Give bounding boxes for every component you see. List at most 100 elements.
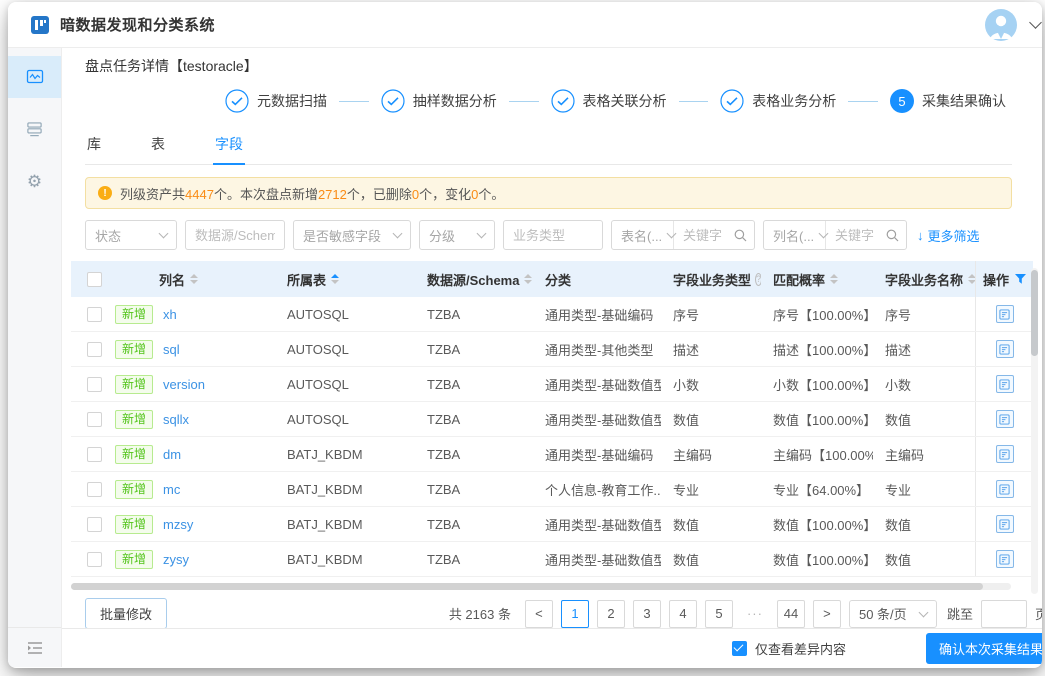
column-name-field-select[interactable]: 列名(... xyxy=(764,221,829,249)
page-number-button[interactable]: 3 xyxy=(632,599,661,628)
match-probability-cell: 数值【100.00%】 xyxy=(773,517,873,533)
horizontal-scrollbar[interactable] xyxy=(71,583,1011,590)
biz-type-cell: 专业 xyxy=(673,482,700,498)
edit-record-icon xyxy=(999,483,1010,495)
sort-icon[interactable] xyxy=(524,274,533,284)
page-number-button[interactable]: 44 xyxy=(776,599,805,628)
status-badge-new: 新增 xyxy=(115,549,154,569)
table-row: 新增 dm BATJ_KBDM TZBA 通用类型-基础编码 主编码 主编码【1… xyxy=(71,437,1033,472)
step-label: 表格业务分析 xyxy=(752,93,837,109)
sensitive-field-select[interactable]: 是否敏感字段 xyxy=(293,220,411,250)
table-keyword-input[interactable] xyxy=(674,227,734,243)
edit-record-button[interactable] xyxy=(995,480,1014,498)
column-keyword-input[interactable] xyxy=(826,227,886,243)
column-name-link[interactable]: mzsy xyxy=(163,517,193,532)
table-controls-row: 批量修改 共 2163 条 < 1 2 3 4 5 ··· 44 > 50 条/… xyxy=(85,598,1042,628)
page-number-button[interactable]: ··· xyxy=(740,599,769,628)
edit-record-button[interactable] xyxy=(995,340,1014,358)
row-checkbox[interactable] xyxy=(87,481,102,497)
summary-alert: ! 列级资产共4447个。本次盘点新增2712个，已删除0个，变化0个。 xyxy=(85,177,1012,209)
column-header-probability: 匹配概率 xyxy=(773,272,826,288)
business-type-input[interactable] xyxy=(503,220,603,250)
row-checkbox[interactable] xyxy=(87,341,102,357)
edit-record-button[interactable] xyxy=(995,445,1014,463)
vertical-scrollbar[interactable] xyxy=(1031,268,1038,594)
step-connector xyxy=(339,100,369,102)
status-select[interactable]: 状态 xyxy=(85,220,177,250)
table-row: 新增 sqllx AUTOSQL TZBA 通用类型-基础数值型 数值 数值【1… xyxy=(71,402,1033,437)
grade-select[interactable]: 分级 xyxy=(419,220,495,250)
column-header-schema: 数据源/Schema xyxy=(427,272,520,288)
column-name-link[interactable]: sql xyxy=(163,342,180,357)
column-header-bizname: 字段业务名称 xyxy=(885,272,964,288)
filter-bar: 状态 是否敏感字段 分级 表名(... xyxy=(85,219,1012,251)
diff-only-checkbox[interactable]: 仅查看差异内容 xyxy=(731,639,846,658)
biz-name-cell: 数值 xyxy=(885,552,912,568)
table-name-field-select[interactable]: 表名(... xyxy=(612,221,677,249)
search-icon[interactable] xyxy=(886,229,899,242)
collapse-sidebar-button[interactable] xyxy=(8,627,61,667)
alert-text: 列级资产共4447个。本次盘点新增2712个，已删除0个，变化0个。 xyxy=(120,186,505,202)
pagination-total: 共 2163 条 xyxy=(448,607,511,622)
horizontal-scrollbar-thumb[interactable] xyxy=(71,583,983,590)
edit-record-button[interactable] xyxy=(995,550,1014,568)
column-name-link[interactable]: dm xyxy=(163,447,181,462)
row-checkbox[interactable] xyxy=(87,411,102,427)
page-number-button[interactable]: 4 xyxy=(668,599,697,628)
filter-funnel-icon[interactable] xyxy=(1015,274,1026,284)
confirm-results-button[interactable]: 确认本次采集结果 xyxy=(925,632,1042,664)
select-all-checkbox[interactable] xyxy=(87,271,102,287)
biz-name-cell: 主编码 xyxy=(885,447,925,463)
sort-icon[interactable] xyxy=(190,274,199,284)
column-name-link[interactable]: zysy xyxy=(163,552,189,567)
step-label: 采集结果确认 xyxy=(922,93,1006,109)
vertical-scrollbar-thumb[interactable] xyxy=(1031,270,1038,356)
chevron-down-icon[interactable] xyxy=(1029,16,1042,29)
more-filters-link[interactable]: ↓ 更多筛选 xyxy=(917,226,980,245)
edit-record-button[interactable] xyxy=(995,515,1014,533)
edit-record-button[interactable] xyxy=(995,410,1014,428)
user-avatar[interactable] xyxy=(985,8,1017,41)
next-page-button[interactable]: > xyxy=(812,599,841,628)
column-name-link[interactable]: version xyxy=(163,377,205,392)
category-cell: 通用类型-基础数值型 xyxy=(545,377,661,393)
tab-item[interactable]: 库 xyxy=(85,128,103,164)
biz-name-cell: 序号 xyxy=(885,307,912,323)
page-number-button[interactable]: 1 xyxy=(560,599,589,628)
arrow-down-icon: ↓ xyxy=(917,227,924,243)
page-number-button[interactable]: 2 xyxy=(596,599,625,628)
page-number-button[interactable]: 5 xyxy=(704,599,733,628)
category-cell: 个人信息-教育工作... xyxy=(545,482,661,498)
biz-type-cell: 主编码 xyxy=(673,447,713,463)
edit-record-button[interactable] xyxy=(995,375,1014,393)
column-name-link[interactable]: sqllx xyxy=(163,412,189,427)
search-icon[interactable] xyxy=(734,229,747,242)
row-checkbox[interactable] xyxy=(87,551,102,567)
row-checkbox[interactable] xyxy=(87,306,102,322)
column-header-name: 列名 xyxy=(159,272,186,288)
owning-table-cell: AUTOSQL xyxy=(287,411,349,427)
row-checkbox[interactable] xyxy=(87,516,102,532)
column-name-link[interactable]: mc xyxy=(163,482,180,497)
sort-icon[interactable] xyxy=(968,274,975,284)
column-name-link[interactable]: xh xyxy=(163,307,177,322)
page-title: 盘点任务详情【testoracle】 xyxy=(85,58,258,74)
sidebar-item-discovery[interactable] xyxy=(8,56,61,98)
page-size-select[interactable]: 50 条/页 xyxy=(848,599,937,628)
biz-type-cell: 数值 xyxy=(673,412,700,428)
status-badge-new: 新增 xyxy=(115,479,154,499)
sort-icon-active-asc[interactable] xyxy=(331,274,340,284)
row-checkbox[interactable] xyxy=(87,376,102,392)
sort-icon[interactable] xyxy=(830,274,839,284)
jump-page-input[interactable] xyxy=(980,599,1027,628)
datasource-input[interactable] xyxy=(185,220,285,250)
batch-edit-button[interactable]: 批量修改 xyxy=(85,598,168,628)
tab-item[interactable]: 表 xyxy=(149,128,167,164)
sidebar-item-assets[interactable] xyxy=(8,108,61,150)
match-probability-cell: 数值【100.00%】 xyxy=(773,412,873,428)
sidebar-item-settings[interactable]: ⚙ xyxy=(8,160,61,202)
tab-item[interactable]: 字段 xyxy=(213,128,245,165)
prev-page-button[interactable]: < xyxy=(524,599,553,628)
row-checkbox[interactable] xyxy=(87,446,102,462)
edit-record-button[interactable] xyxy=(995,305,1014,323)
